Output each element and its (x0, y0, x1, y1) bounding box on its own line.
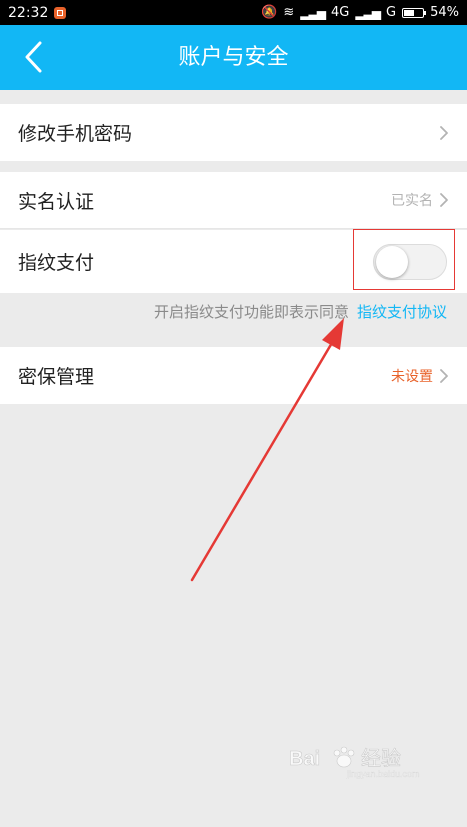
row-right (439, 125, 449, 141)
status-bar: 22:32 🔕 ≋ ▂▃▅ 4G ▂▃▅ G 54% (0, 0, 467, 25)
signal-icon-2: ▂▃▅ (355, 5, 381, 20)
agreement-link[interactable]: 指纹支付协议 (357, 301, 447, 322)
fingerprint-pay-label: 指纹支付 (18, 252, 95, 274)
row-right (373, 243, 449, 280)
row-right: 已实名 (391, 190, 449, 210)
battery-percent: 54% (430, 5, 459, 20)
status-indicators: 🔕 ≋ ▂▃▅ 4G ▂▃▅ G 54% (261, 5, 459, 20)
svg-text:Bai: Bai (289, 748, 320, 770)
svg-text:经验: 经验 (361, 746, 401, 770)
change-password-row[interactable]: 修改手机密码 (0, 104, 467, 161)
battery-icon (402, 7, 427, 18)
battery-level (404, 9, 415, 16)
security-question-status: 未设置 (391, 368, 433, 385)
agreement-text: 开启指纹支付功能即表示同意 (153, 303, 349, 321)
change-password-label: 修改手机密码 (18, 123, 133, 145)
fingerprint-pay-row: 指纹支付 (0, 230, 467, 293)
app-header: 账户与安全 (0, 25, 467, 90)
app-notification-icon (54, 6, 67, 19)
svg-text:jingyan.baidu.com: jingyan.baidu.com (346, 769, 420, 779)
agreement-note: 开启指纹支付功能即表示同意 指纹支付协议 (0, 293, 467, 330)
real-name-auth-row[interactable]: 实名认证 已实名 (0, 172, 467, 229)
chevron-right-icon (439, 192, 449, 208)
wifi-icon: ≋ (283, 5, 295, 20)
status-time: 22:32 (8, 4, 49, 21)
signal-icon: ▂▃▅ (300, 5, 326, 20)
real-name-status: 已实名 (391, 193, 433, 209)
fingerprint-pay-toggle[interactable] (373, 243, 447, 280)
security-question-row[interactable]: 密保管理 未设置 (0, 347, 467, 404)
mute-icon: 🔕 (261, 5, 278, 20)
network-type: 4G (330, 5, 350, 20)
page-title: 账户与安全 (178, 45, 289, 70)
chevron-right-icon (439, 125, 449, 141)
real-name-label: 实名认证 (18, 190, 95, 213)
row-right: 未设置 (391, 366, 449, 386)
security-question-label: 密保管理 (18, 366, 95, 388)
network-type-2: G (386, 5, 397, 20)
baidu-jingyan-watermark: Bai 经验 jingyan.baidu.com (289, 743, 439, 779)
toggle-knob (376, 245, 408, 278)
chevron-right-icon (439, 368, 449, 384)
